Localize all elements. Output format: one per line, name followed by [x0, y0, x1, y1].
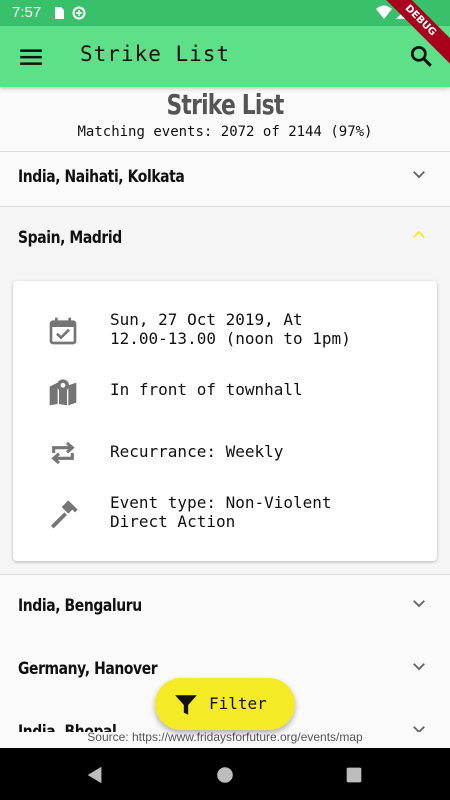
event-location-label: Germany, Hanover [18, 659, 158, 679]
app-bar: Strike List [0, 26, 450, 87]
back-icon[interactable] [84, 764, 106, 786]
wifi-icon [376, 5, 392, 19]
chevron-down-icon [413, 663, 425, 671]
page-title: Strike List [166, 88, 284, 121]
matching-events-count: Matching events: 2072 of 2144 (97%) [77, 124, 373, 140]
app-bar-title: Strike List [80, 42, 231, 66]
filter-button-label: Filter [209, 694, 267, 713]
chevron-up-icon [413, 230, 425, 238]
search-icon[interactable] [408, 43, 434, 69]
hammer-icon [51, 500, 78, 529]
sd-card-icon [55, 7, 64, 19]
repeat-icon [51, 441, 75, 465]
status-time: 7:57 [12, 4, 42, 21]
filter-button[interactable]: Filter [155, 678, 295, 730]
status-bar: 7:57 [0, 0, 450, 26]
event-location-label: India, Bengaluru [18, 596, 142, 616]
event-location-label: India, Naihati, Kolkata [18, 167, 185, 187]
menu-icon[interactable] [18, 44, 44, 70]
event-location-text: In front of townhall [110, 380, 303, 399]
divider [0, 574, 450, 575]
list-item[interactable]: India, Naihati, Kolkata [0, 151, 450, 205]
event-recurrance-text: Recurrance: Weekly [110, 442, 284, 461]
event-date-text: Sun, 27 Oct 2019, At 12.00-13.00 (noon t… [110, 310, 351, 348]
list-item-expanded[interactable]: Spain, Madrid [0, 212, 450, 266]
chevron-down-icon [413, 600, 425, 608]
calendar-check-icon [49, 317, 77, 345]
event-details-card: Sun, 27 Oct 2019, At 12.00-13.00 (noon t… [13, 281, 437, 561]
event-location-label: Spain, Madrid [18, 228, 122, 248]
chevron-down-icon [413, 171, 425, 179]
filter-icon [175, 695, 197, 715]
event-type-text: Event type: Non-Violent Direct Action [110, 493, 332, 531]
system-nav-bar [0, 748, 450, 800]
source-attribution: Source: https://www.fridaysforfuture.org… [87, 730, 363, 744]
recents-icon[interactable] [343, 764, 365, 786]
data-saver-icon [72, 6, 86, 20]
map-location-icon [49, 379, 77, 406]
list-item[interactable]: India, Bengaluru [0, 580, 450, 634]
home-icon[interactable] [214, 764, 236, 786]
